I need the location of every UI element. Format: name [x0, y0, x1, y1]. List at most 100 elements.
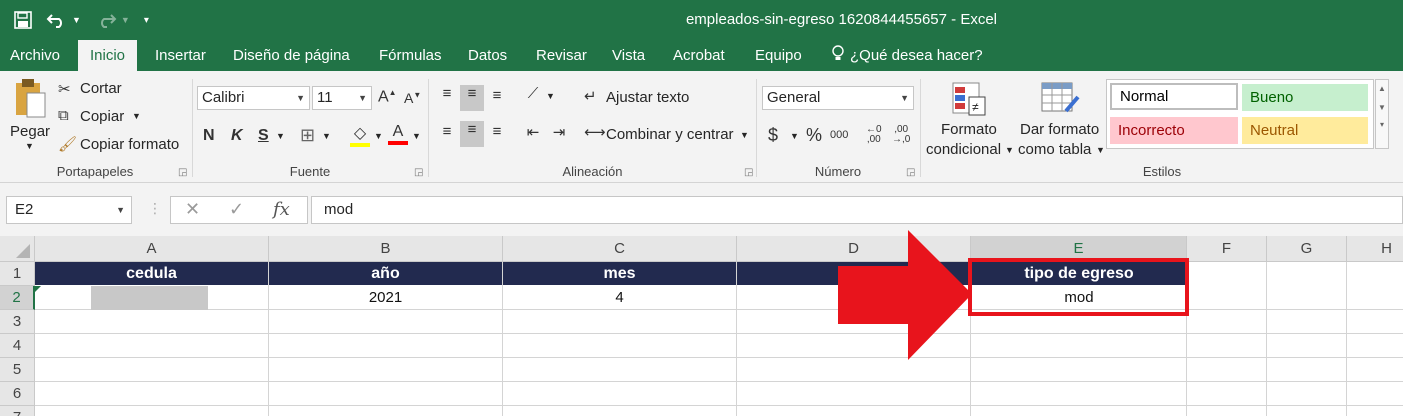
font-launcher-icon[interactable]: ◲ [414, 167, 423, 178]
alignment-launcher-icon[interactable]: ◲ [744, 167, 753, 178]
wrap-text-button[interactable]: Ajustar texto [606, 89, 689, 106]
format-as-table-label-2[interactable]: como tabla [1018, 141, 1091, 158]
align-center-icon[interactable]: ≡ [460, 121, 484, 147]
copy-dropdown-icon[interactable]: ▼ [132, 111, 141, 121]
style-bad[interactable]: Incorrecto [1110, 117, 1238, 144]
format-painter-button[interactable]: Copiar formato [80, 136, 179, 153]
align-bottom-icon[interactable]: ≡ [486, 87, 508, 104]
align-top-icon[interactable]: ≡ [436, 85, 458, 102]
tab-diseno-pagina[interactable]: Diseño de página [233, 40, 350, 71]
decrease-font-icon[interactable]: A▼ [404, 90, 421, 106]
cancel-icon[interactable]: ✕ [185, 199, 200, 220]
underline-button[interactable]: S [258, 127, 269, 145]
row-header-4[interactable]: 4 [0, 334, 35, 358]
format-painter-icon[interactable]: 🖌 [58, 135, 77, 153]
cell-b2[interactable]: 2021 [269, 286, 502, 310]
conditional-format-icon[interactable]: ≠ [950, 81, 988, 119]
row-header-5[interactable]: 5 [0, 358, 35, 382]
column-header-c[interactable]: C [503, 236, 737, 262]
scroll-up-icon[interactable]: ▲ [1376, 84, 1388, 93]
currency-button[interactable]: $ [768, 125, 778, 146]
cell-c2[interactable]: 4 [503, 286, 736, 310]
tab-datos[interactable]: Datos [468, 40, 507, 71]
row-header-1[interactable]: 1 [0, 262, 35, 286]
conditional-format-dropdown-icon[interactable]: ▼ [1005, 145, 1014, 155]
borders-icon[interactable]: ⊞ [300, 125, 315, 146]
number-launcher-icon[interactable]: ◲ [906, 167, 915, 178]
tab-vista[interactable]: Vista [612, 40, 645, 71]
decrease-decimal-icon[interactable]: ,00 →,0 [892, 125, 910, 145]
tab-revisar[interactable]: Revisar [536, 40, 587, 71]
italic-button[interactable]: K [231, 127, 243, 145]
number-format-select[interactable]: General ▼ [762, 86, 914, 110]
conditional-format-label-1[interactable]: Formato [941, 121, 997, 138]
formula-bar-grip-icon[interactable]: ⋮ [148, 200, 162, 217]
paste-icon[interactable] [12, 77, 48, 121]
underline-dropdown-icon[interactable]: ▼ [276, 131, 285, 141]
cut-button[interactable]: Cortar [80, 80, 122, 97]
bold-button[interactable]: N [203, 127, 215, 145]
cell-a1[interactable]: cedula [35, 262, 268, 285]
insert-function-button[interactable]: fx [273, 199, 290, 220]
tab-formulas[interactable]: Fórmulas [379, 40, 442, 71]
scroll-down-icon[interactable]: ▼ [1376, 103, 1388, 112]
column-header-g[interactable]: G [1267, 236, 1347, 262]
redacted-cedula-cell[interactable] [91, 286, 208, 310]
currency-dropdown-icon[interactable]: ▼ [790, 131, 799, 141]
orientation-icon[interactable]: ⟋ [522, 85, 544, 102]
cell-b1[interactable]: año [269, 262, 502, 285]
merge-center-button[interactable]: Combinar y centrar [606, 126, 734, 143]
cell-c1[interactable]: mes [503, 262, 736, 285]
fill-color-icon[interactable]: ◇ [350, 123, 370, 147]
name-box[interactable]: E2 ▼ [6, 196, 132, 224]
font-color-icon[interactable]: A [388, 123, 408, 145]
percent-button[interactable]: % [806, 125, 822, 146]
clipboard-launcher-icon[interactable]: ◲ [178, 167, 187, 178]
increase-font-icon[interactable]: A▲ [378, 88, 397, 106]
enter-icon[interactable]: ✓ [229, 199, 244, 220]
orientation-dropdown-icon[interactable]: ▼ [546, 91, 555, 101]
styles-gallery-scroll[interactable]: ▲ ▼ ▾ [1375, 79, 1389, 149]
decrease-indent-icon[interactable]: ⇤ [522, 123, 544, 141]
column-header-b[interactable]: B [269, 236, 503, 262]
cut-icon[interactable]: ✂ [58, 80, 71, 98]
tab-insertar[interactable]: Insertar [155, 40, 206, 71]
font-size-select[interactable]: 11 ▼ [312, 86, 372, 110]
conditional-format-label-2[interactable]: condicional [926, 141, 1001, 158]
row-header-3[interactable]: 3 [0, 310, 35, 334]
row-header-6[interactable]: 6 [0, 382, 35, 406]
tab-archivo[interactable]: Archivo [10, 40, 60, 71]
thousands-button[interactable]: 000 [830, 129, 848, 141]
merge-dropdown-icon[interactable]: ▼ [740, 130, 749, 140]
row-header-7[interactable]: 7 [0, 406, 35, 416]
style-good[interactable]: Bueno [1242, 84, 1368, 111]
tab-acrobat[interactable]: Acrobat [673, 40, 725, 71]
expand-gallery-icon[interactable]: ▾ [1376, 120, 1388, 129]
fill-color-dropdown-icon[interactable]: ▼ [374, 131, 383, 141]
column-header-h[interactable]: H [1347, 236, 1403, 262]
row-header-2[interactable]: 2 [0, 286, 35, 310]
paste-label[interactable]: Pegar [10, 123, 50, 140]
copy-button[interactable]: Copiar [80, 108, 124, 125]
select-all-corner[interactable] [0, 236, 35, 262]
increase-indent-icon[interactable]: ⇥ [548, 123, 570, 141]
borders-dropdown-icon[interactable]: ▼ [322, 131, 331, 141]
merge-center-icon[interactable]: ⟷ [584, 123, 606, 141]
formula-input[interactable]: mod [311, 196, 1403, 224]
font-name-select[interactable]: Calibri ▼ [197, 86, 310, 110]
format-as-table-dropdown-icon[interactable]: ▼ [1096, 145, 1105, 155]
column-header-f[interactable]: F [1187, 236, 1267, 262]
column-header-a[interactable]: A [35, 236, 269, 262]
align-left-icon[interactable]: ≡ [436, 123, 458, 140]
paste-dropdown-icon[interactable]: ▼ [25, 141, 34, 151]
font-color-dropdown-icon[interactable]: ▼ [412, 131, 421, 141]
tab-equipo[interactable]: Equipo [755, 40, 802, 71]
wrap-text-icon[interactable]: ↵ [584, 87, 597, 105]
copy-icon[interactable]: ⧉ [58, 107, 69, 124]
style-normal[interactable]: Normal [1110, 83, 1238, 110]
tell-me-search[interactable]: ¿Qué desea hacer? [832, 40, 983, 71]
increase-decimal-icon[interactable]: ←0,00 [866, 125, 882, 145]
format-as-table-icon[interactable] [1040, 81, 1080, 119]
tab-inicio[interactable]: Inicio [78, 40, 138, 72]
align-middle-icon[interactable]: ≡ [460, 85, 484, 111]
